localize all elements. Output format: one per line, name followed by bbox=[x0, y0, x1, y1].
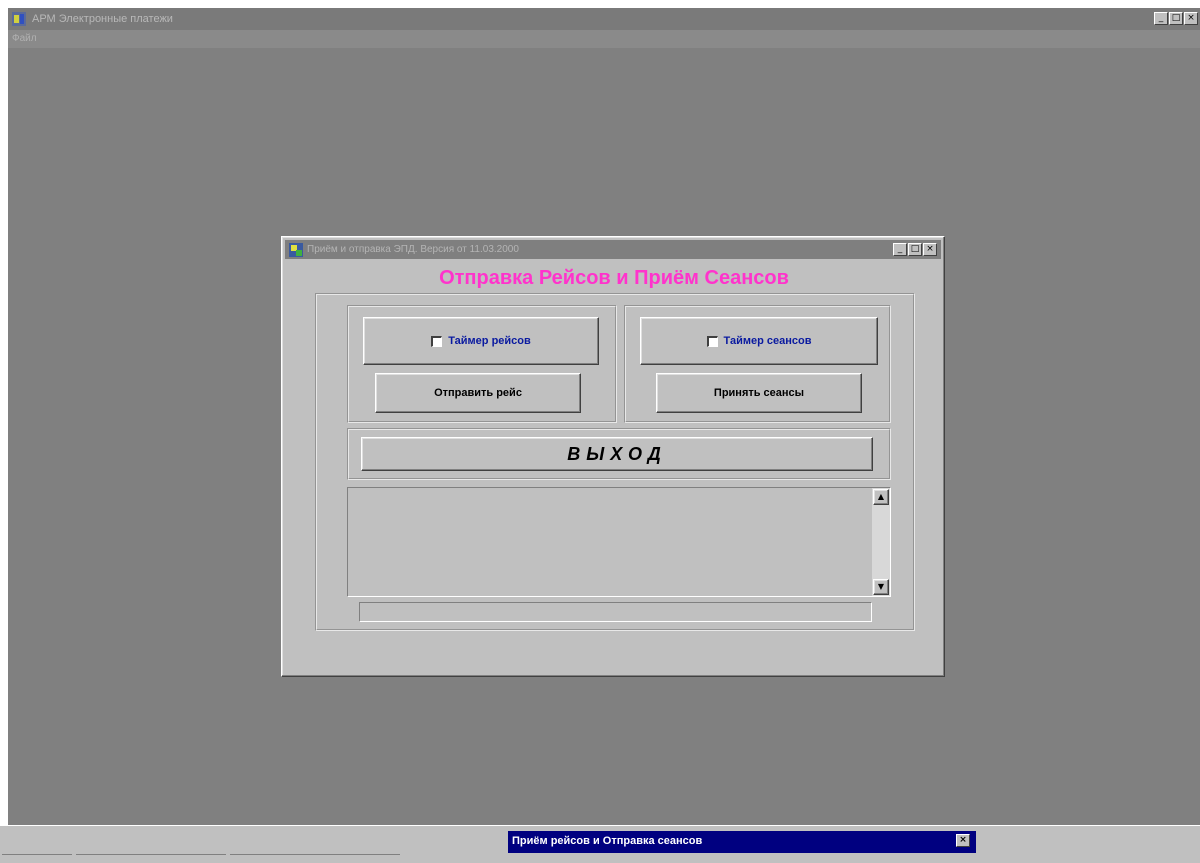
main-window-title: АРМ Электронные платежи bbox=[32, 13, 173, 25]
flights-group: Таймер рейсов Отправить рейс bbox=[347, 305, 617, 423]
sessions-timer-label[interactable]: Таймер сеансов bbox=[724, 335, 812, 347]
maximize-button[interactable]: □ bbox=[1169, 12, 1183, 25]
exit-group: ВЫХОД bbox=[347, 428, 891, 480]
dialog-icon bbox=[289, 243, 303, 257]
sessions-timer-checkbox[interactable] bbox=[706, 335, 718, 347]
status-bar bbox=[0, 853, 1200, 863]
dialog-title: Приём и отправка ЭПД. Версия от 11.03.20… bbox=[307, 244, 519, 255]
main-frame: Таймер рейсов Отправить рейс Таймер сеан… bbox=[315, 293, 915, 631]
flights-timer-panel: Таймер рейсов bbox=[363, 317, 599, 365]
menu-file[interactable]: Файл bbox=[12, 30, 37, 48]
dialog-heading: Отправка Рейсов и Приём Сеансов bbox=[439, 267, 789, 289]
main-title-bar[interactable]: АРМ Электронные платежи _ □ × bbox=[8, 8, 1200, 30]
minimize-button[interactable]: _ bbox=[1154, 12, 1168, 25]
task-window-close-button[interactable]: × bbox=[956, 834, 970, 847]
app-icon bbox=[12, 12, 26, 26]
sessions-group: Таймер сеансов Принять сеансы bbox=[624, 305, 891, 423]
dialog-maximize-button[interactable]: □ bbox=[908, 243, 922, 256]
close-button[interactable]: × bbox=[1184, 12, 1198, 25]
task-window-title: Приём рейсов и Отправка сеансов bbox=[512, 835, 703, 847]
scroll-down-arrow-icon[interactable]: ▼ bbox=[873, 579, 889, 595]
flights-timer-label[interactable]: Таймер рейсов bbox=[448, 335, 531, 347]
status-segment bbox=[2, 854, 72, 862]
dialog-minimize-button[interactable]: _ bbox=[893, 243, 907, 256]
status-segment bbox=[230, 854, 400, 862]
status-segment bbox=[76, 854, 226, 862]
exit-button[interactable]: ВЫХОД bbox=[361, 437, 873, 471]
log-area[interactable]: ▲ ▼ bbox=[347, 487, 891, 597]
menu-bar: Файл bbox=[8, 30, 1200, 48]
scroll-up-arrow-icon[interactable]: ▲ bbox=[873, 489, 889, 505]
transfer-dialog: Приём и отправка ЭПД. Версия от 11.03.20… bbox=[281, 236, 945, 677]
receive-sessions-button[interactable]: Принять сеансы bbox=[656, 373, 862, 413]
log-scrollbar[interactable]: ▲ ▼ bbox=[872, 488, 890, 596]
send-flight-button[interactable]: Отправить рейс bbox=[375, 373, 581, 413]
minimized-task-window[interactable]: Приём рейсов и Отправка сеансов × bbox=[508, 831, 976, 853]
status-field bbox=[359, 602, 872, 622]
flights-timer-checkbox[interactable] bbox=[431, 335, 443, 347]
sessions-timer-panel: Таймер сеансов bbox=[640, 317, 878, 365]
dialog-close-button[interactable]: × bbox=[923, 243, 937, 256]
dialog-title-bar[interactable]: Приём и отправка ЭПД. Версия от 11.03.20… bbox=[285, 240, 941, 259]
